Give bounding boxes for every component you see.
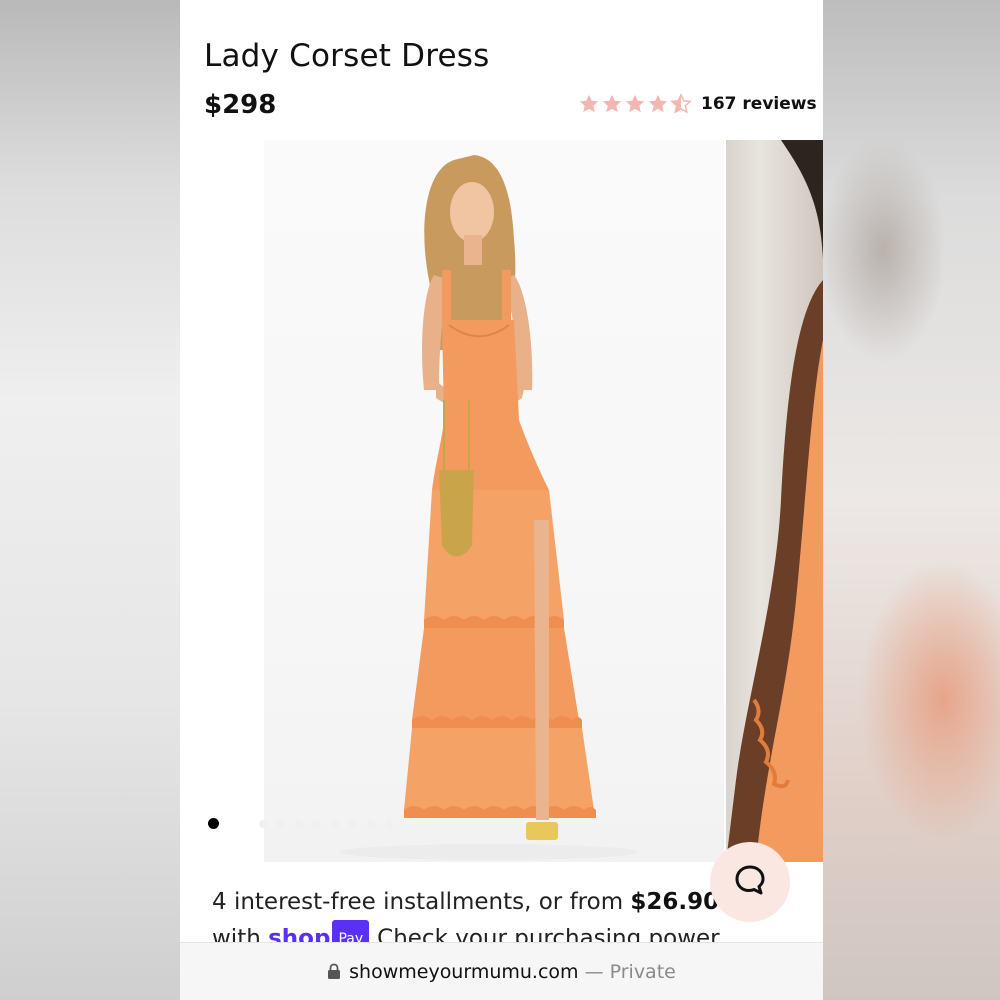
gallery-dots[interactable]: [208, 818, 403, 829]
star-icon: [647, 93, 669, 115]
gallery-dot[interactable]: [385, 819, 393, 828]
product-title: Lady Corset Dress: [204, 38, 490, 74]
gallery-dot[interactable]: [208, 818, 219, 829]
chat-button[interactable]: [710, 842, 790, 922]
product-photo-next[interactable]: [726, 140, 823, 862]
image-gallery[interactable]: [180, 140, 823, 862]
gallery-dot[interactable]: [295, 819, 303, 828]
installments-amount: $26.90: [630, 889, 720, 915]
gallery-dot[interactable]: [313, 819, 321, 828]
browser-privacy-label: — Private: [584, 960, 676, 983]
gallery-dot[interactable]: [277, 819, 285, 828]
phone-screen: Lady Corset Dress $298 167 reviews 4 int…: [180, 0, 823, 1000]
reviews-link[interactable]: 167 reviews: [701, 94, 817, 114]
product-photo-main[interactable]: [264, 140, 724, 862]
gallery-dot[interactable]: [349, 819, 357, 828]
lock-icon: [327, 963, 341, 980]
browser-address-bar[interactable]: showmeyourmumu.com — Private: [180, 942, 823, 1000]
installments-prefix: 4 interest-free installments, or from: [212, 889, 631, 915]
star-icon: [601, 93, 623, 115]
star-half-icon: [670, 93, 692, 115]
star-icon: [624, 93, 646, 115]
background-blur-left: [0, 0, 180, 1000]
model-dress-illustration: [339, 155, 639, 860]
rating[interactable]: 167 reviews: [578, 93, 817, 115]
product-price: $298: [204, 90, 277, 120]
chat-bubble-icon: [732, 862, 768, 903]
gallery-dot[interactable]: [367, 819, 375, 828]
next-photo-illustration: [726, 140, 823, 862]
gallery-dot[interactable]: [331, 819, 339, 828]
gallery-dot[interactable]: [259, 819, 267, 828]
browser-domain: showmeyourmumu.com: [349, 960, 579, 983]
background-blur-right: [823, 0, 1000, 1000]
star-icon: [578, 93, 600, 115]
